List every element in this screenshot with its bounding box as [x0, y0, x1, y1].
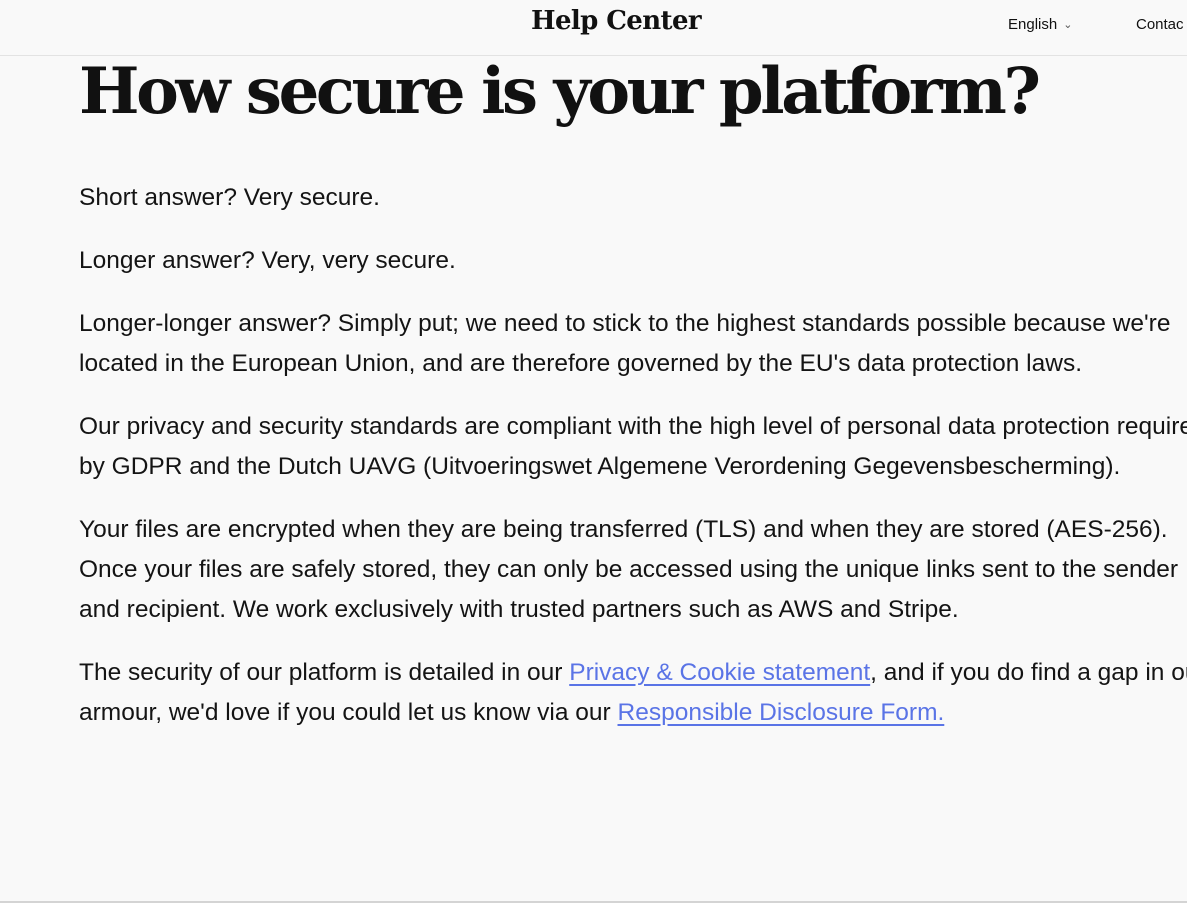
responsible-disclosure-form-link[interactable]: Responsible Disclosure Form.	[618, 699, 945, 726]
chevron-down-icon: ⌄	[1063, 19, 1073, 31]
paragraph-security-links: The security of our platform is detailed…	[79, 653, 1187, 733]
contact-link[interactable]: Contac	[1136, 16, 1184, 33]
article-body: Short answer? Very secure. Longer answer…	[79, 178, 1187, 756]
article-title: How secure is your platform?	[79, 54, 1041, 129]
paragraph-longer-answer: Longer answer? Very, very secure.	[79, 247, 456, 274]
privacy-cookie-statement-link[interactable]: Privacy & Cookie statement	[569, 659, 870, 686]
paragraph-short-answer: Short answer? Very secure.	[79, 184, 380, 211]
language-selector[interactable]: English ⌄	[1008, 16, 1072, 33]
security-text-before: The security of our platform is detailed…	[79, 659, 570, 686]
paragraph-eu-laws: Longer-longer answer? Simply put; we nee…	[79, 310, 1171, 377]
paragraph-encryption: Your files are encrypted when they are b…	[79, 516, 1179, 623]
language-label: English	[1008, 16, 1058, 33]
paragraph-gdpr-compliance: Our privacy and security standards are c…	[79, 413, 1187, 480]
